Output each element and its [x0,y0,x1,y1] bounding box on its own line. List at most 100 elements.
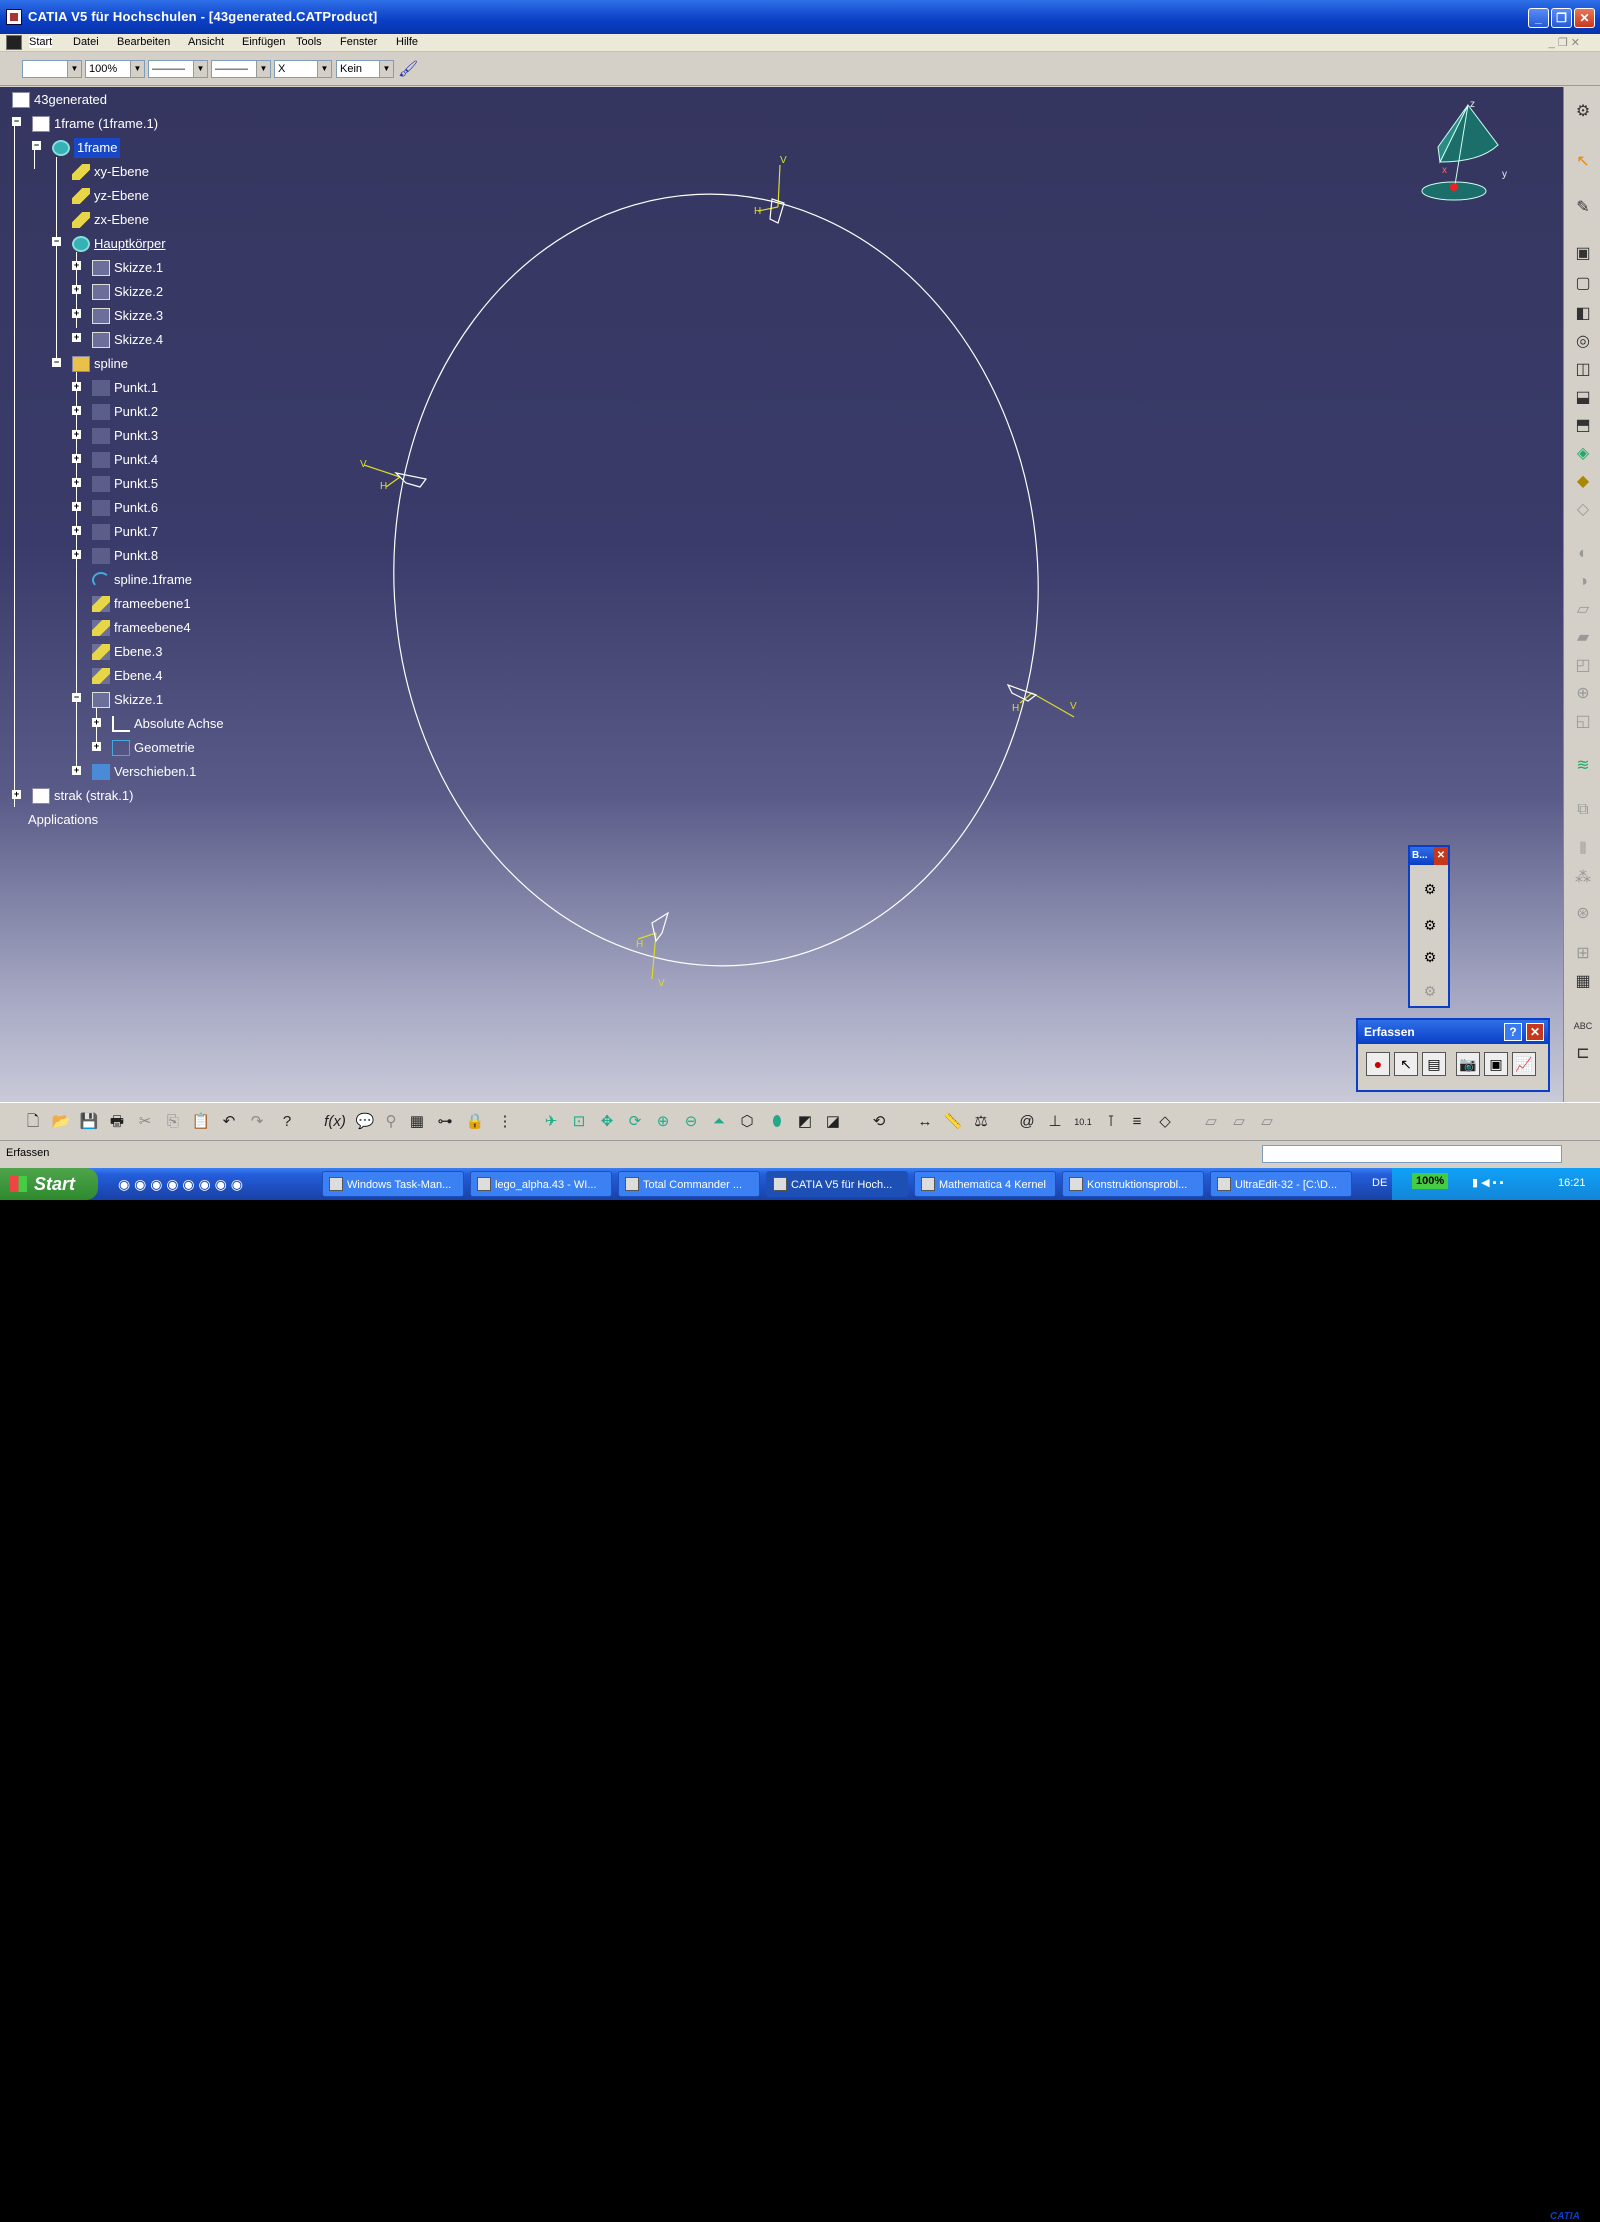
tree-node-translate[interactable]: Verschieben.1 [92,762,196,782]
scale-icon[interactable]: ⊛ [1572,903,1594,925]
catia-app-icon[interactable] [6,9,22,25]
clock[interactable]: 16:21 [1558,1177,1586,1189]
collapse-toggle[interactable]: − [72,693,81,702]
macro-icon[interactable]: ⚲ [380,1111,402,1133]
tree-node-ebene-3[interactable]: Ebene.3 [92,642,162,662]
select-arrow-icon[interactable]: ↖ [1572,151,1594,173]
task-lego-alpha[interactable]: lego_alpha.43 - WI... [470,1171,612,1197]
whats-this-icon[interactable]: ? [276,1111,298,1133]
graph-icon[interactable]: 📈 [1512,1052,1536,1076]
mirror-icon[interactable]: ⫴ [1572,839,1594,861]
expand-toggle[interactable]: + [72,382,81,391]
pan-icon[interactable]: ✥ [596,1111,618,1133]
expand-toggle[interactable]: + [72,309,81,318]
start-button[interactable]: Start [0,1168,98,1200]
tree-node-point-8[interactable]: Punkt.8 [92,546,158,566]
groove-icon[interactable]: ◎ [1572,331,1594,353]
format-painter-icon[interactable]: 🖌 [398,59,418,79]
shaft-icon[interactable]: ◧ [1572,303,1594,325]
loft-icon[interactable]: ◆ [1572,471,1594,493]
shell-icon[interactable]: ▰ [1572,627,1594,649]
tree-node-point-7[interactable]: Punkt.7 [92,522,158,542]
rect-pattern-icon[interactable]: ⁂ [1572,867,1594,889]
print-icon[interactable]: 🖶 [106,1111,128,1133]
catalog-icon[interactable]: ⚙ [1418,877,1442,901]
settings-icon[interactable]: ⚙ [1572,101,1594,123]
tree-node-sketch-1[interactable]: Skizze.1 [92,258,163,278]
expand-toggle[interactable]: + [72,285,81,294]
disabled-2-icon[interactable]: ▱ [1228,1111,1250,1133]
tree-node-sketch-3[interactable]: Skizze.3 [92,306,163,326]
disabled-3-icon[interactable]: ▱ [1256,1111,1278,1133]
expand-toggle[interactable]: + [92,742,101,751]
swap-visible-icon[interactable]: ◪ [822,1111,844,1133]
menu-datei[interactable]: Datei [73,36,99,48]
rib-icon[interactable]: ⬓ [1572,387,1594,409]
tree-node-point-4[interactable]: Punkt.4 [92,450,158,470]
thickness-icon[interactable]: ◰ [1572,655,1594,677]
tree-node-absolute-axis[interactable]: Absolute Achse [112,714,224,734]
3d-viewport[interactable]: V H V H V H V H z x y [0,87,1563,1102]
task-windows-task-manager[interactable]: Windows Task-Man... [322,1171,464,1197]
options-icon[interactable]: ▤ [1422,1052,1446,1076]
close-button[interactable]: ✕ [1574,8,1595,28]
parameters-icon[interactable]: ⋮ [494,1111,516,1133]
language-indicator[interactable]: DE [1372,1177,1387,1189]
formula-icon[interactable]: f(x) [324,1111,346,1133]
expand-toggle[interactable]: + [72,766,81,775]
tree-node-point-5[interactable]: Punkt.5 [92,474,158,494]
snap-icon[interactable]: 10.1 [1072,1111,1094,1133]
undo-icon[interactable]: ↶ [218,1111,240,1133]
solid-icon[interactable]: ◈ [1572,443,1594,465]
image-album-icon[interactable]: ▣ [1484,1052,1508,1076]
assembly-icon[interactable]: ⚙ [1418,945,1442,969]
fillet-icon[interactable]: ◐ [1572,543,1594,565]
disabled-1-icon[interactable]: ▱ [1200,1111,1222,1133]
tree-node-frame-instance[interactable]: 1frame (1frame.1) [32,114,158,134]
minimize-button[interactable]: _ [1528,8,1549,28]
collapse-toggle[interactable]: − [12,117,21,126]
redo-icon[interactable]: ↷ [246,1111,268,1133]
tray-icons[interactable]: ▮ ◀ ▪ ▪ [1472,1176,1503,1189]
menu-start[interactable]: Start [29,36,53,48]
slot-icon[interactable]: ⬒ [1572,415,1594,437]
remove-loft-icon[interactable]: ◇ [1572,499,1594,521]
tree-node-point-1[interactable]: Punkt.1 [92,378,158,398]
table-icon[interactable]: ▦ [406,1111,428,1133]
update-icon[interactable]: ⟲ [868,1111,890,1133]
tree-node-point-2[interactable]: Punkt.2 [92,402,158,422]
menu-bearbeiten[interactable]: Bearbeiten [117,36,170,48]
tree-node-geometry[interactable]: Geometrie [112,738,195,758]
line-type-combo[interactable]: ——— ▼ [211,60,271,78]
task-catia[interactable]: CATIA V5 für Hoch... [766,1171,908,1197]
floating-toolbar-title[interactable]: B... ✕ [1410,847,1448,865]
tree-node-sketch-2[interactable]: Skizze.2 [92,282,163,302]
new-icon[interactable]: 🗋 [22,1111,44,1133]
rotate-icon[interactable]: ⟳ [624,1111,646,1133]
tree-node-frame-part[interactable]: 1frame [52,138,121,158]
tree-node-yz-plane[interactable]: yz-Ebene [72,186,149,206]
collapse-toggle[interactable]: − [52,237,61,246]
select-mode-icon[interactable]: ↖ [1394,1052,1418,1076]
expand-toggle[interactable]: + [72,550,81,559]
line-thickness-combo[interactable]: ——— ▼ [148,60,208,78]
document-icon[interactable] [6,35,22,50]
insert-body-icon[interactable]: ▦ [1572,971,1594,993]
close-icon[interactable]: ✕ [1526,1023,1544,1041]
expand-toggle[interactable]: + [72,502,81,511]
task-konstruktion[interactable]: Konstruktionsprobl... [1062,1171,1204,1197]
tree-node-spline[interactable]: spline.1frame [92,570,192,590]
tree-node-point-6[interactable]: Punkt.6 [92,498,158,518]
capture-camera-icon[interactable]: 📷 [1456,1052,1480,1076]
paste-icon[interactable]: 📋 [190,1111,212,1133]
thread-icon[interactable]: ⊕ [1572,683,1594,705]
task-total-commander[interactable]: Total Commander ... [618,1171,760,1197]
flag-note-icon[interactable]: ⊏ [1572,1043,1594,1065]
layer-combo[interactable]: Kein ▼ [336,60,394,78]
tree-node-ebene-4[interactable]: Ebene.4 [92,666,162,686]
pocket-icon[interactable]: ▢ [1572,273,1594,295]
tree-node-main-body[interactable]: Hauptkörper [72,234,166,254]
tree-node-frameebene1[interactable]: frameebene1 [92,594,191,614]
boolean-icon[interactable]: ⊞ [1572,943,1594,965]
expand-toggle[interactable]: + [92,718,101,727]
